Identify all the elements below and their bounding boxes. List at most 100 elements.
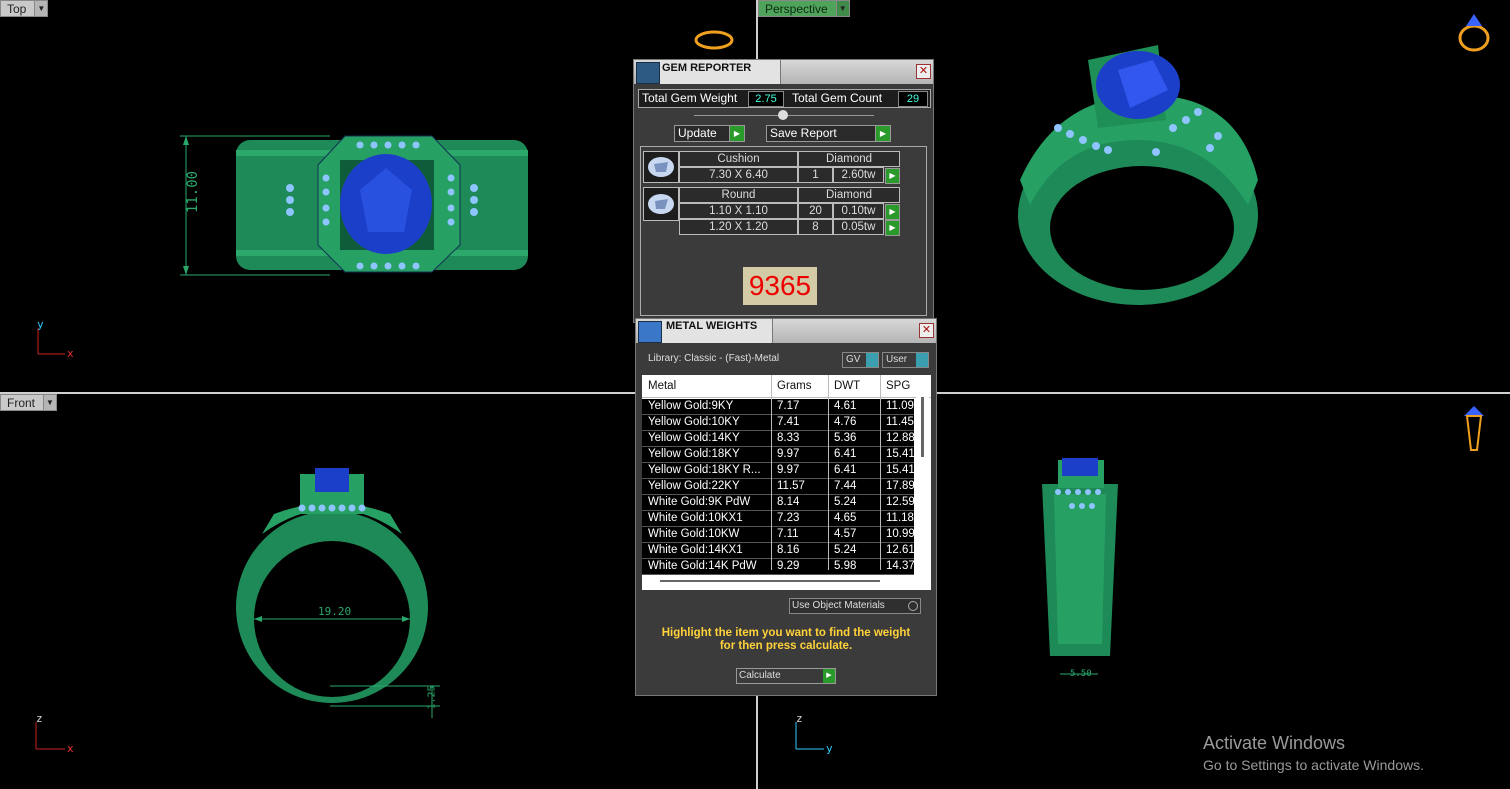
gem-weight-cell[interactable]: 0.10tw (833, 203, 884, 219)
gem-reporter-panel: GEM REPORTER ✕ Total Gem Weight 2.75 Tot… (633, 59, 934, 323)
metal-weights-titlebar[interactable]: METAL WEIGHTS ✕ (636, 319, 936, 343)
spg-cell: 15.41 (886, 448, 914, 460)
metal-name-cell: Yellow Gold:14KY (648, 432, 740, 444)
horizontal-scrollbar[interactable] (660, 580, 880, 582)
activate-windows-title: Activate Windows (1203, 733, 1346, 753)
use-object-materials-label: Use Object Materials (792, 600, 885, 611)
dwt-cell: 5.24 (834, 496, 857, 508)
dwt-cell: 4.65 (834, 512, 857, 524)
grams-cell: 7.23 (777, 512, 800, 524)
grams-cell: 8.33 (777, 432, 800, 444)
table-row[interactable]: White Gold:10KW 7.11 4.57 10.99 (642, 527, 914, 543)
column-header-metal[interactable]: Metal (648, 380, 676, 392)
spg-cell: 12.59 (886, 496, 914, 508)
axis-z-label: z (796, 712, 803, 725)
chevron-down-icon[interactable]: ▼ (44, 394, 58, 411)
calculate-button-label: Calculate (739, 670, 781, 681)
table-row[interactable]: Yellow Gold:9KY 7.17 4.61 11.09 (642, 399, 914, 415)
gem-material-cell: Diamond (798, 187, 900, 203)
play-icon[interactable]: ▶ (885, 168, 900, 184)
play-icon[interactable]: ▶ (885, 220, 900, 236)
gem-shape-cell: Cushion (679, 151, 798, 167)
table-row[interactable]: White Gold:9K PdW 8.14 5.24 12.59 (642, 495, 914, 511)
table-row[interactable]: Yellow Gold:14KY 8.33 5.36 12.88 (642, 431, 914, 447)
table-row[interactable]: White Gold:14K PdW 9.29 5.98 14.37 (642, 559, 914, 575)
spg-cell: 10.99 (886, 528, 914, 540)
viewport-top-label[interactable]: Top ▼ (0, 0, 49, 17)
close-icon[interactable]: ✕ (916, 64, 931, 79)
chevron-down-icon[interactable]: ▼ (35, 0, 49, 17)
dwt-cell: 7.44 (834, 480, 857, 492)
column-header-grams[interactable]: Grams (777, 380, 812, 392)
metal-name-cell: Yellow Gold:18KY R... (648, 464, 761, 476)
metal-table-header: Metal Grams DWT SPG (642, 375, 931, 398)
gem-size-cell[interactable]: 7.30 X 6.40 (679, 167, 798, 183)
gem-count-cell[interactable]: 1 (798, 167, 833, 183)
metal-name-cell: White Gold:14K PdW (648, 560, 757, 572)
gem-size-cell[interactable]: 1.20 X 1.20 (679, 219, 798, 235)
radio-icon (908, 601, 918, 611)
gem-size-cell[interactable]: 1.10 X 1.10 (679, 203, 798, 219)
gem-count-cell[interactable]: 20 (798, 203, 833, 219)
column-divider (828, 375, 829, 570)
metal-name-cell: White Gold:9K PdW (648, 496, 751, 508)
grams-cell: 8.14 (777, 496, 800, 508)
activate-windows-subtitle: Go to Settings to activate Windows. (1203, 757, 1424, 773)
table-row[interactable]: White Gold:14KX1 8.16 5.24 12.61 (642, 543, 914, 559)
play-icon: ▶ (729, 126, 744, 141)
gem-weight-cell[interactable]: 2.60tw (833, 167, 884, 183)
code-display: 9365 (743, 267, 817, 305)
dwt-cell: 4.61 (834, 400, 857, 412)
update-button-label: Update (678, 126, 717, 140)
calculate-button[interactable]: Calculate ▶ (736, 668, 836, 684)
axis-x-label: x (67, 742, 74, 755)
grams-cell: 8.16 (777, 544, 800, 556)
metal-name-cell: White Gold:10KX1 (648, 512, 743, 524)
spg-cell: 11.18 (886, 512, 914, 524)
table-row[interactable]: Yellow Gold:18KY 9.97 6.41 15.41 (642, 447, 914, 463)
metal-weights-panel: METAL WEIGHTS ✕ Library: Classic - (Fast… (635, 318, 937, 696)
metal-table: Metal Grams DWT SPG Yellow Gold:9KY 7.17 4… (642, 375, 931, 590)
column-header-spg[interactable]: SPG (886, 380, 910, 392)
play-icon[interactable]: ▶ (885, 204, 900, 220)
update-button[interactable]: Update ▶ (674, 125, 745, 142)
axis-x-label: x (67, 347, 74, 360)
scrollbar-thumb[interactable] (921, 397, 924, 457)
gem-weight-cell[interactable]: 0.05tw (833, 219, 884, 235)
gv-toggle-label: GV (846, 354, 861, 365)
scale-icon (638, 321, 662, 343)
chevron-down-icon[interactable]: ▼ (836, 0, 850, 17)
table-row[interactable]: White Gold:10KX1 7.23 4.65 11.18 (642, 511, 914, 527)
top-dimension-label: 11.00 (185, 170, 202, 214)
grams-cell: 9.97 (777, 464, 800, 476)
close-icon[interactable]: ✕ (919, 323, 934, 338)
dwt-cell: 6.41 (834, 448, 857, 460)
viewport-perspective-label[interactable]: Perspective ▼ (758, 0, 850, 17)
spg-cell: 11.09 (886, 400, 914, 412)
table-row[interactable]: Yellow Gold:22KY 11.57 7.44 17.89 (642, 479, 914, 495)
spg-cell: 11.45 (886, 416, 914, 428)
metal-name-cell: White Gold:10KW (648, 528, 740, 540)
toggle-knob-icon (916, 353, 928, 367)
vertical-scrollbar[interactable] (916, 397, 929, 572)
spg-cell: 12.88 (886, 432, 914, 444)
gem-reporter-title: GEM REPORTER (662, 62, 752, 74)
table-row[interactable]: Yellow Gold:18KY R... 9.97 6.41 15.41 (642, 463, 914, 479)
slider-handle[interactable] (778, 110, 788, 120)
metal-name-cell: White Gold:14KX1 (648, 544, 743, 556)
spg-cell: 14.37 (886, 560, 914, 572)
viewport-front-label[interactable]: Front ▼ (0, 394, 58, 411)
spg-cell: 12.61 (886, 544, 914, 556)
user-toggle[interactable]: User (882, 352, 929, 368)
viewport-perspective-title: Perspective (758, 0, 837, 17)
use-object-materials-checkbox[interactable]: Use Object Materials (789, 598, 921, 614)
table-row[interactable]: Yellow Gold:10KY 7.41 4.76 11.45 (642, 415, 914, 431)
grams-cell: 7.41 (777, 416, 800, 428)
gem-reporter-titlebar[interactable]: GEM REPORTER ✕ (634, 60, 933, 84)
column-header-dwt[interactable]: DWT (834, 380, 860, 392)
metal-name-cell: Yellow Gold:22KY (648, 480, 740, 492)
gv-toggle[interactable]: GV (842, 352, 879, 368)
total-gem-weight-label: Total Gem Weight (642, 91, 738, 105)
gem-count-cell[interactable]: 8 (798, 219, 833, 235)
save-report-button[interactable]: Save Report ▶ (766, 125, 891, 142)
